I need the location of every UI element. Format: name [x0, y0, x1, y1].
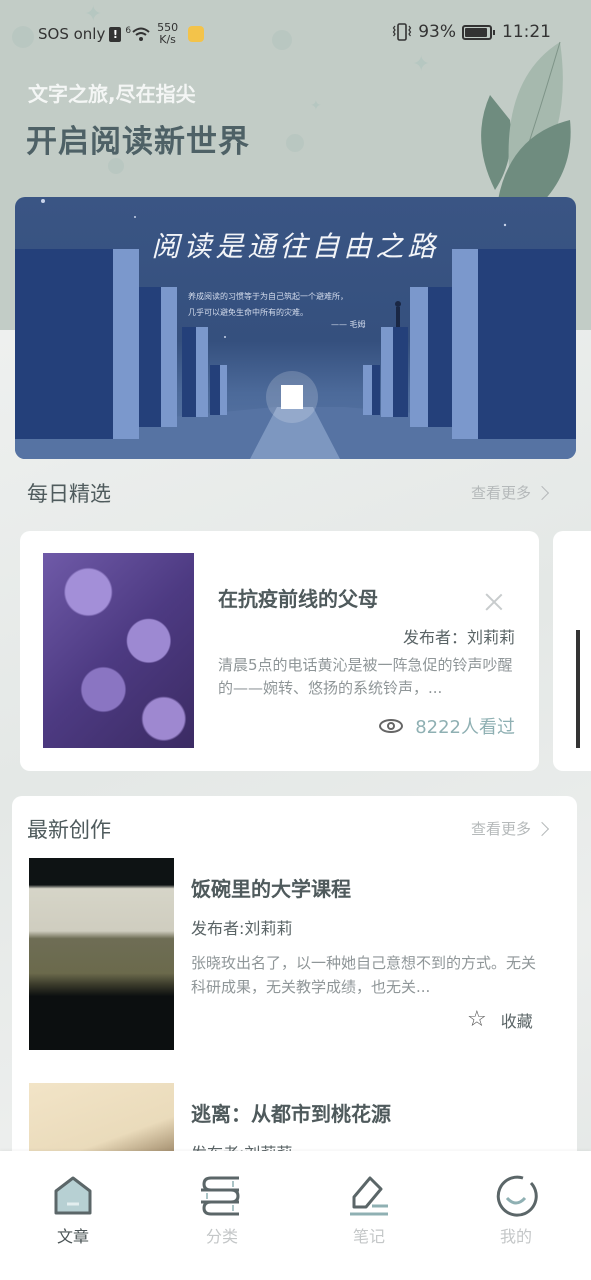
star-icon: ☆ [467, 1007, 487, 1032]
app-notification-icon [188, 26, 205, 42]
carrier-text: SOS only [38, 25, 106, 43]
hero-subtitle: 文字之旅,尽在指尖 [28, 82, 196, 106]
latest-see-more-link[interactable]: 查看更多 [471, 818, 550, 839]
books-icon [201, 1176, 240, 1216]
alert-icon: ! [109, 26, 122, 42]
close-icon[interactable] [484, 591, 504, 611]
article-excerpt: 张晓玫出名了，以一种她自己意想不到的方式。无关科研成果，无关教学成绩，也无关..… [191, 954, 537, 996]
nav-tab-notes[interactable]: 笔记 [324, 1173, 414, 1247]
article-excerpt: 清晨5点的电话黄沁是被一阵急促的铃声吵醒的——婉转、悠扬的系统铃声，... [218, 656, 513, 697]
leaves-illustration [481, 41, 571, 205]
article-thumbnail [43, 553, 194, 748]
bottom-navigation: 文章 分类 笔记 我的 [0, 1151, 591, 1280]
home-icon [54, 1176, 92, 1215]
battery-icon [462, 24, 495, 40]
nav-tab-categories[interactable]: 分类 [177, 1173, 267, 1247]
hero-title: 开启阅读新世界 [26, 124, 250, 160]
promo-banner[interactable]: 阅读是通往自由之路 养成阅读的习惯等于为自己筑起一个避难所， 几乎可以避免生命中… [15, 197, 576, 459]
chevron-right-icon [534, 485, 550, 500]
pen-icon [350, 1176, 388, 1216]
next-daily-card[interactable] [553, 531, 591, 771]
article-list-item[interactable]: 饭碗里的大学课程 发布者:刘莉莉 张晓玫出名了，以一种她自己意想不到的方式。无关… [29, 858, 559, 1050]
clock: 11:21 [502, 22, 551, 42]
latest-section-title: 最新创作 [27, 818, 111, 842]
daily-see-more-link[interactable]: 查看更多 [471, 482, 550, 503]
daily-section-title: 每日精选 [27, 482, 111, 506]
chevron-right-icon [534, 821, 550, 836]
banner-title: 阅读是通往自由之路 [151, 230, 440, 263]
battery-percent: 93% [418, 22, 456, 42]
daily-article-card[interactable]: 在抗疫前线的父母 发布者：刘莉莉 清晨5点的电话黄沁是被一阵急促的铃声吵醒的——… [20, 531, 539, 771]
banner-quote: 养成阅读的习惯等于为自己筑起一个避难所， 几乎可以避免生命中所有的灾难。 [188, 292, 348, 317]
next-card-thumbnail [576, 630, 580, 748]
smile-icon [496, 1175, 538, 1217]
decoration-dot [286, 134, 304, 152]
wifi-icon: 6 [125, 26, 151, 42]
article-author: 发布者:刘莉莉 [191, 919, 293, 938]
view-count: 8222人看过 [379, 713, 515, 739]
nav-tab-profile[interactable]: 我的 [471, 1173, 561, 1247]
nav-tab-articles[interactable]: 文章 [28, 1173, 118, 1247]
article-title: 在抗疫前线的父母 [218, 587, 378, 611]
banner-quote-author: —— 毛姆 [331, 320, 366, 329]
eye-icon [379, 719, 404, 733]
favorite-button[interactable]: ☆ 收藏 [467, 1008, 533, 1032]
vibrate-icon [392, 23, 412, 41]
article-title: 逃离：从都市到桃花源 [191, 1102, 391, 1126]
net-speed: 550 K/s [157, 21, 179, 46]
article-author: 发布者：刘莉莉 [402, 628, 515, 647]
article-thumbnail [29, 858, 174, 1050]
decoration-star: ✦ [310, 98, 322, 114]
article-title: 饭碗里的大学课程 [191, 877, 351, 901]
